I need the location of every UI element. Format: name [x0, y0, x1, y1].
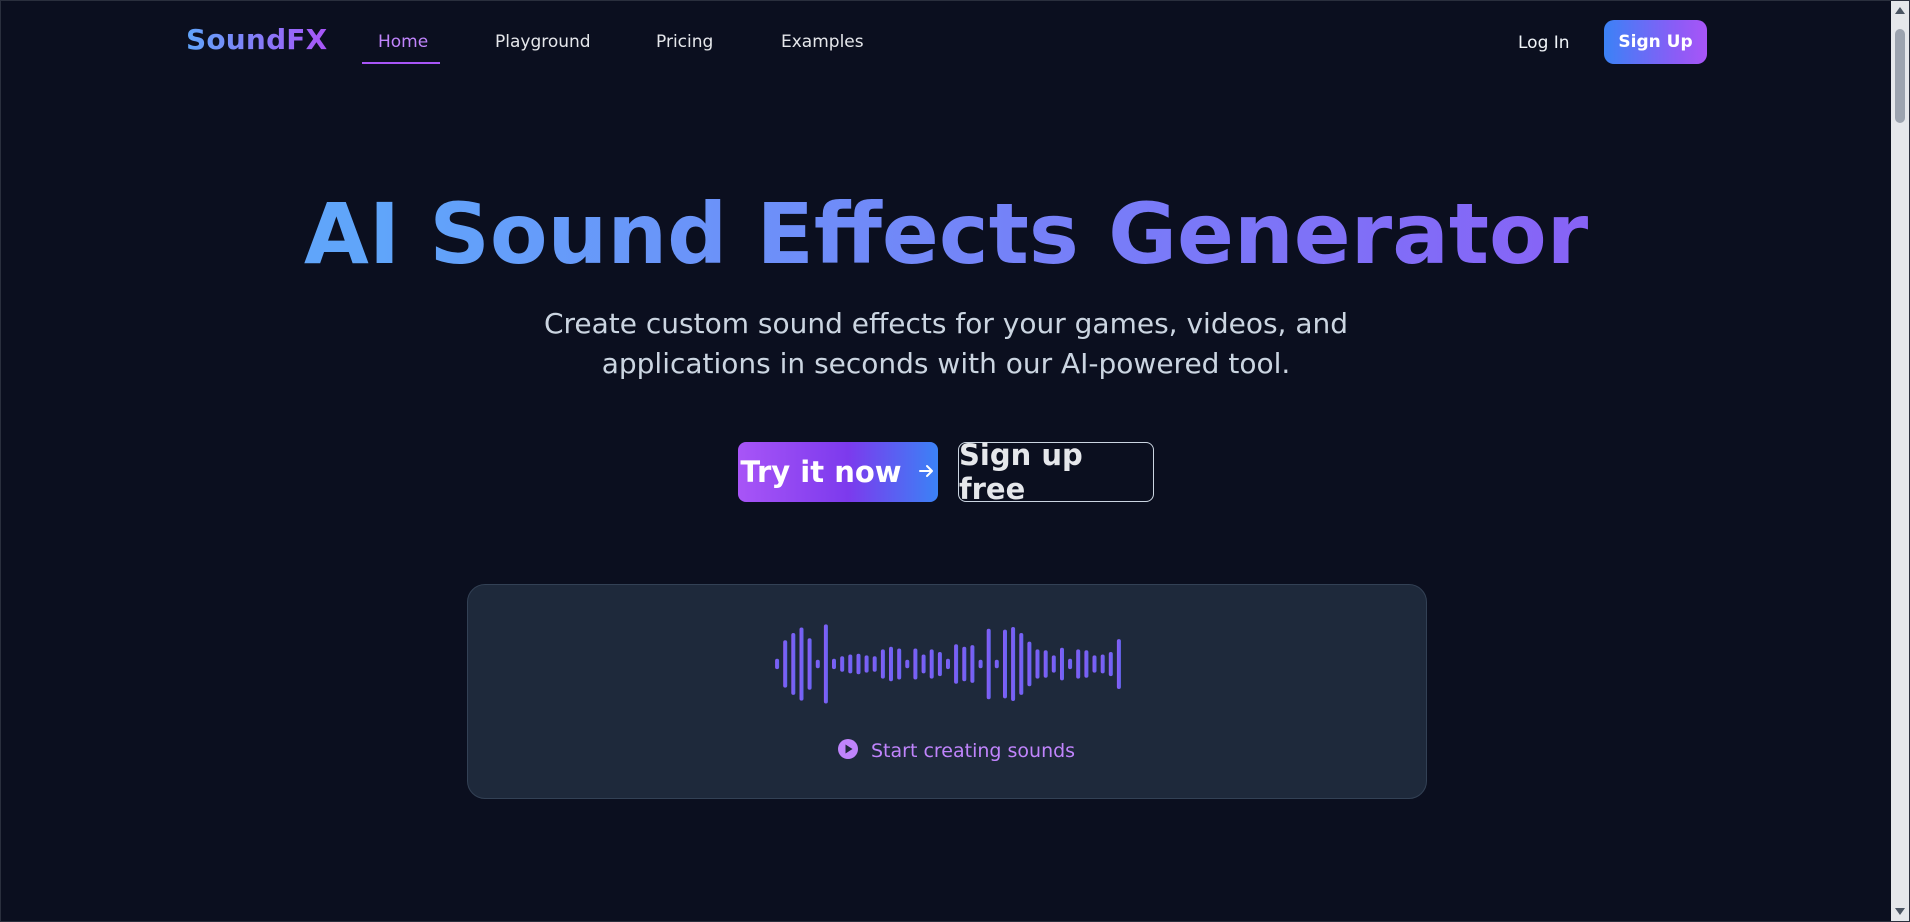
waveform-bar [1019, 633, 1024, 695]
nav-active-indicator [362, 62, 440, 64]
waveform-bar [1092, 655, 1097, 673]
waveform-bar [799, 627, 804, 701]
waveform-bar [1108, 652, 1113, 677]
nav-link-home[interactable]: Home [378, 32, 428, 52]
waveform-bar [872, 656, 877, 672]
nav-link-pricing[interactable]: Pricing [656, 32, 713, 52]
waveform-bar [978, 659, 983, 669]
waveform-bar [1043, 650, 1048, 678]
start-creating-label: Start creating sounds [871, 740, 1076, 762]
waveform-bar [815, 659, 820, 669]
waveform-bar [1084, 650, 1089, 678]
page: SoundFX Home Playground Pricing Examples… [0, 0, 1910, 922]
nav-link-playground[interactable]: Playground [495, 32, 591, 52]
waveform-bar [840, 656, 845, 672]
logo[interactable]: SoundFX [186, 23, 327, 56]
signup-free-button[interactable]: Sign up free [958, 438, 1154, 506]
waveform-bar [1051, 655, 1056, 673]
waveform-bar [921, 654, 926, 674]
waveform-bar [986, 628, 991, 700]
waveform-bar [994, 659, 999, 669]
try-it-now-label: Try it now [740, 455, 902, 489]
start-creating-button[interactable]: Start creating sounds [837, 738, 1075, 764]
waveform-bar [905, 659, 910, 669]
waveform-bar [954, 644, 959, 684]
waveform-bar [807, 638, 812, 690]
top-nav: SoundFX Home Playground Pricing Examples… [1, 1, 1891, 85]
waveform-bar [848, 654, 853, 674]
waveform-bar [1035, 649, 1040, 679]
waveform-bar [823, 624, 828, 704]
waveform-bar [856, 653, 861, 675]
scroll-down-arrow-icon[interactable] [1895, 908, 1905, 915]
vertical-scrollbar[interactable] [1891, 1, 1909, 921]
waveform-bar [929, 649, 934, 679]
waveform-bar [962, 646, 967, 682]
scroll-up-arrow-icon[interactable] [1895, 7, 1905, 14]
waveform-bar [1116, 639, 1121, 689]
waveform-bar [913, 648, 918, 680]
waveform-bar [1068, 658, 1073, 670]
waveform-bar [889, 646, 893, 682]
arrow-right-icon [918, 460, 936, 484]
waveform-bar [1060, 647, 1064, 681]
waveform-bar [897, 648, 902, 680]
waveform-bar [775, 658, 780, 670]
waveform-bar [1027, 641, 1032, 687]
waveform-bar [864, 655, 869, 673]
try-it-now-button[interactable]: Try it now [738, 442, 938, 502]
play-circle-icon [837, 738, 859, 764]
waveform-bar [783, 640, 788, 688]
waveform-bar [880, 649, 885, 679]
waveform [775, 624, 1121, 704]
login-link[interactable]: Log In [1518, 33, 1570, 53]
waveform-bar [1011, 627, 1016, 701]
waveform-bar [970, 645, 975, 683]
waveform-bar [791, 633, 796, 695]
nav-link-examples[interactable]: Examples [781, 32, 864, 52]
hero-subtitle: Create custom sound effects for your gam… [543, 307, 1349, 380]
signup-button[interactable]: Sign Up [1604, 20, 1707, 64]
waveform-bar [937, 652, 942, 677]
waveform-bar [1100, 654, 1105, 674]
waveform-bar [946, 658, 950, 670]
waveform-bar [832, 658, 836, 670]
waveform-bar [1003, 629, 1007, 699]
scrollbar-thumb[interactable] [1895, 29, 1905, 123]
waveform-bar [1076, 649, 1081, 679]
hero-title: AI Sound Effects Generator [1, 179, 1891, 289]
